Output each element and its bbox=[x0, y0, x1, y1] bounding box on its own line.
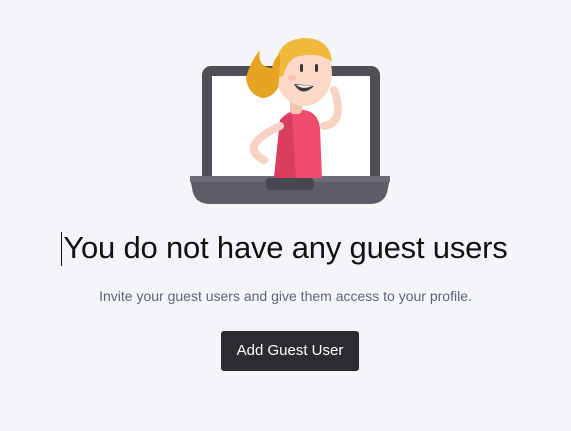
empty-state-description: Invite your guest users and give them ac… bbox=[99, 288, 472, 304]
heading-wrap: You do not have any guest users bbox=[0, 228, 571, 268]
text-caret bbox=[61, 232, 63, 266]
laptop-person-illustration bbox=[190, 38, 390, 204]
empty-state-panel: You do not have any guest users Invite y… bbox=[0, 0, 571, 431]
empty-state-heading-text: You do not have any guest users bbox=[63, 230, 508, 265]
empty-state-heading: You do not have any guest users bbox=[61, 228, 508, 268]
add-guest-user-button[interactable]: Add Guest User bbox=[221, 331, 359, 371]
